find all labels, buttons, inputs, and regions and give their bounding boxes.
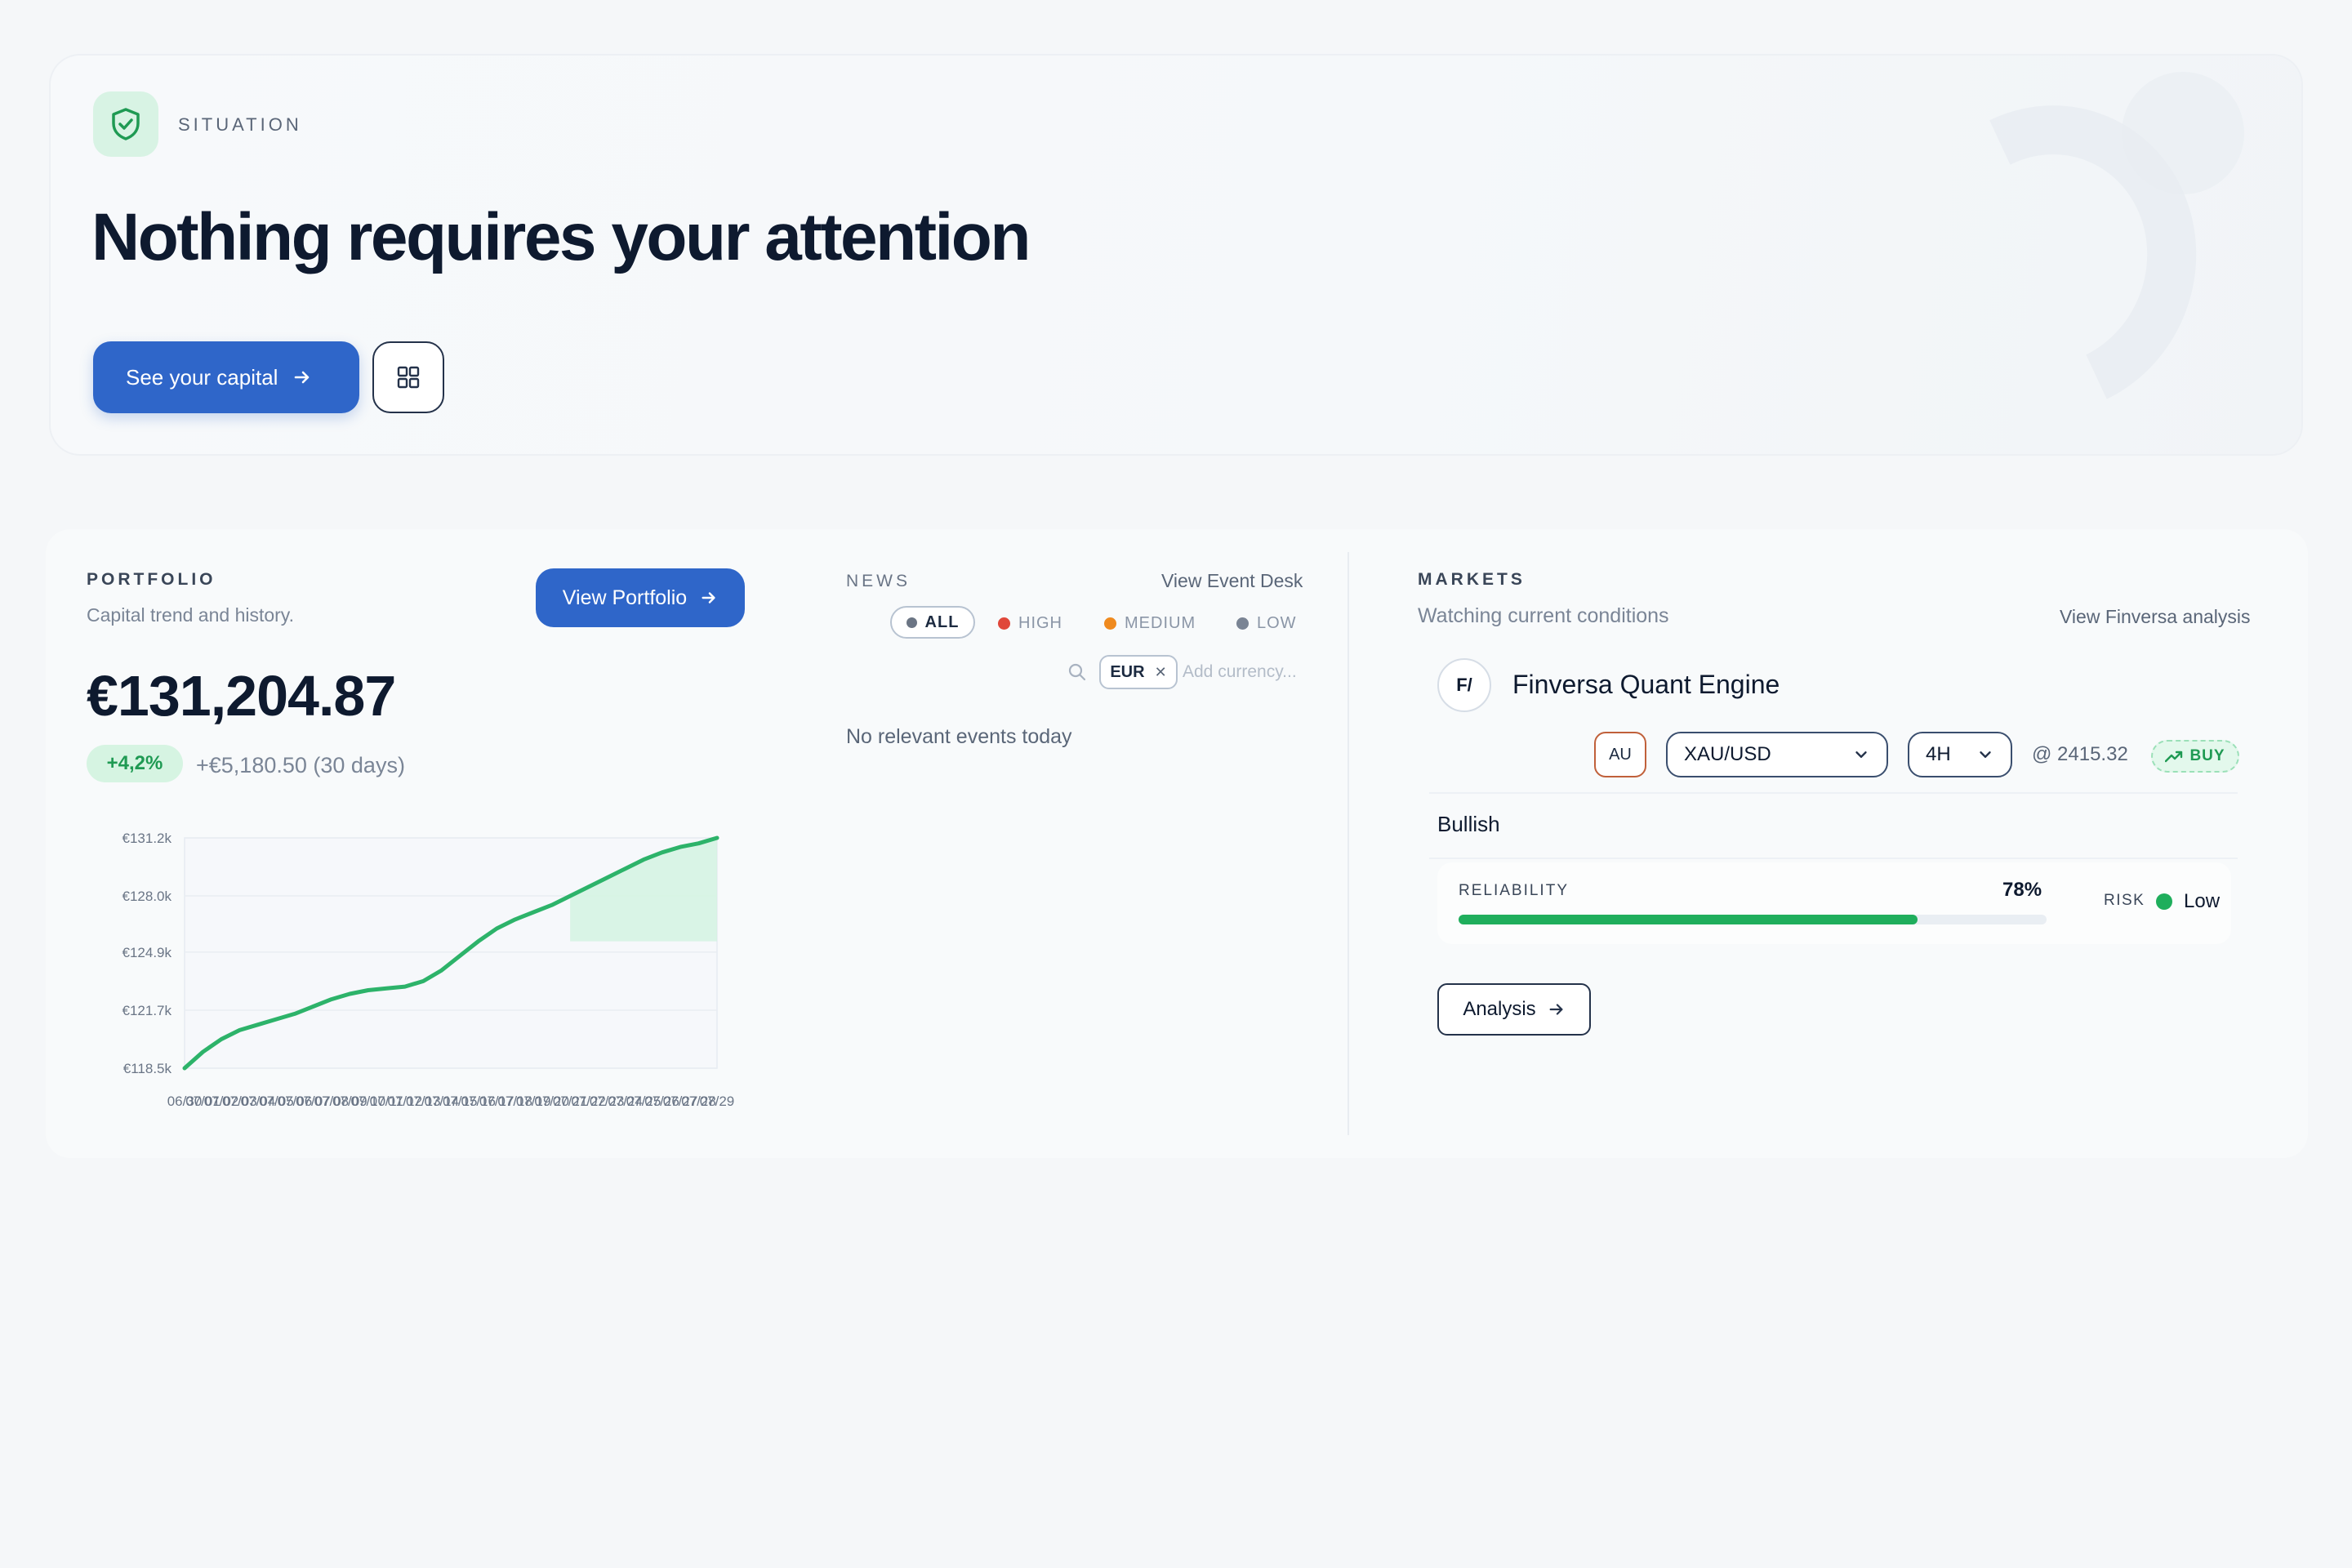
pair-select-value: XAU/USD xyxy=(1684,743,1771,765)
engine-name: Finversa Quant Engine xyxy=(1512,670,1780,699)
y-tick-label: €118.5k xyxy=(123,1061,172,1076)
portfolio-amount: €131,204.87 xyxy=(87,664,396,728)
trending-up-icon xyxy=(2165,751,2183,763)
pair-select[interactable]: XAU/USD xyxy=(1666,732,1888,777)
engine-logo: F/ xyxy=(1437,658,1491,712)
see-capital-button[interactable]: See your capital xyxy=(93,341,359,413)
trend-label: Bullish xyxy=(1437,812,1500,836)
currency-chip-label: EUR xyxy=(1110,662,1145,681)
filter-high-label: HIGH xyxy=(1018,614,1062,632)
markets-title: MARKETS xyxy=(1418,570,1526,589)
y-tick-label: €131.2k xyxy=(122,831,172,846)
arrow-right-icon xyxy=(1549,1004,1563,1015)
filter-all-label: ALL xyxy=(924,612,960,631)
y-tick-label: €121.7k xyxy=(122,1003,172,1018)
view-portfolio-button[interactable]: View Portfolio xyxy=(536,568,745,627)
reliability-bar xyxy=(1459,915,2047,924)
view-finversa-analysis-link[interactable]: View Finversa analysis xyxy=(2060,606,2251,628)
reliability-value: 78% xyxy=(2002,879,2042,901)
analysis-button[interactable]: Analysis xyxy=(1437,983,1591,1036)
close-icon[interactable]: ✕ xyxy=(1155,664,1167,681)
grid-view-button[interactable] xyxy=(372,341,444,413)
see-capital-label: See your capital xyxy=(126,364,278,390)
timeframe-select[interactable]: 4H xyxy=(1908,732,2012,777)
filter-high[interactable]: HIGH xyxy=(998,614,1062,633)
risk-status-dot xyxy=(2156,893,2172,910)
column-divider xyxy=(1348,552,1349,1135)
symbol-badge: AU xyxy=(1594,732,1646,777)
reliability-label: RELIABILITY xyxy=(1459,882,1569,899)
news-empty-text: No relevant events today xyxy=(846,725,1072,748)
analysis-label: Analysis xyxy=(1463,998,1536,1020)
search-icon xyxy=(1068,663,1086,681)
portfolio-subtitle: Capital trend and history. xyxy=(87,604,294,626)
filter-low-label: LOW xyxy=(1257,614,1297,632)
grid-icon xyxy=(397,366,420,389)
filter-dot xyxy=(998,617,1010,630)
arrow-right-icon xyxy=(702,592,715,604)
view-portfolio-label: View Portfolio xyxy=(562,586,688,609)
hero-decoration-circle xyxy=(2122,72,2244,194)
situation-label: SITUATION xyxy=(178,114,302,135)
filter-dot xyxy=(1236,617,1249,630)
filter-dot xyxy=(1104,617,1116,630)
signal-badge: BUY xyxy=(2151,740,2239,773)
view-event-desk-link[interactable]: View Event Desk xyxy=(1161,570,1303,592)
portfolio-title: PORTFOLIO xyxy=(87,570,216,589)
shield-check-icon xyxy=(93,91,158,157)
divider xyxy=(1429,858,2238,859)
x-tick-label: 07/29 xyxy=(700,1094,735,1109)
portfolio-chart-svg: €131.2k€128.0k€124.9k€121.7k€118.5k06/30… xyxy=(122,831,735,1109)
divider xyxy=(1429,792,2238,794)
page-title: Nothing requires your attention xyxy=(91,200,1031,274)
market-price: @ 2415.32 xyxy=(2032,743,2128,765)
y-tick-label: €128.0k xyxy=(122,889,172,904)
arrow-right-icon xyxy=(295,371,310,384)
currency-chip-eur[interactable]: EUR ✕ xyxy=(1099,655,1178,689)
add-currency-input[interactable] xyxy=(1183,658,1305,686)
reliability-bar-fill xyxy=(1459,915,1918,924)
news-title: NEWS xyxy=(846,572,911,590)
risk-label: RISK xyxy=(2104,892,2145,909)
chevron-down-icon xyxy=(1855,751,1867,758)
filter-dot xyxy=(906,617,917,628)
filter-all[interactable]: ALL xyxy=(890,606,975,639)
markets-subtitle: Watching current conditions xyxy=(1418,604,1669,627)
portfolio-chart: €131.2k €128.0k €124.9k €121.7k €118.5k 06/30… xyxy=(87,817,756,1120)
chevron-down-icon xyxy=(1980,751,1991,758)
filter-low[interactable]: LOW xyxy=(1236,614,1297,633)
change-percent-badge: +4,2% xyxy=(87,745,183,782)
filter-medium[interactable]: MEDIUM xyxy=(1104,614,1196,633)
change-amount: +€5,180.50 (30 days) xyxy=(196,753,405,777)
risk-value: Low xyxy=(2184,890,2221,912)
signal-label: BUY xyxy=(2189,747,2225,764)
y-tick-label: €124.9k xyxy=(122,945,172,960)
filter-medium-label: MEDIUM xyxy=(1125,614,1196,632)
timeframe-select-value: 4H xyxy=(1926,743,1951,765)
